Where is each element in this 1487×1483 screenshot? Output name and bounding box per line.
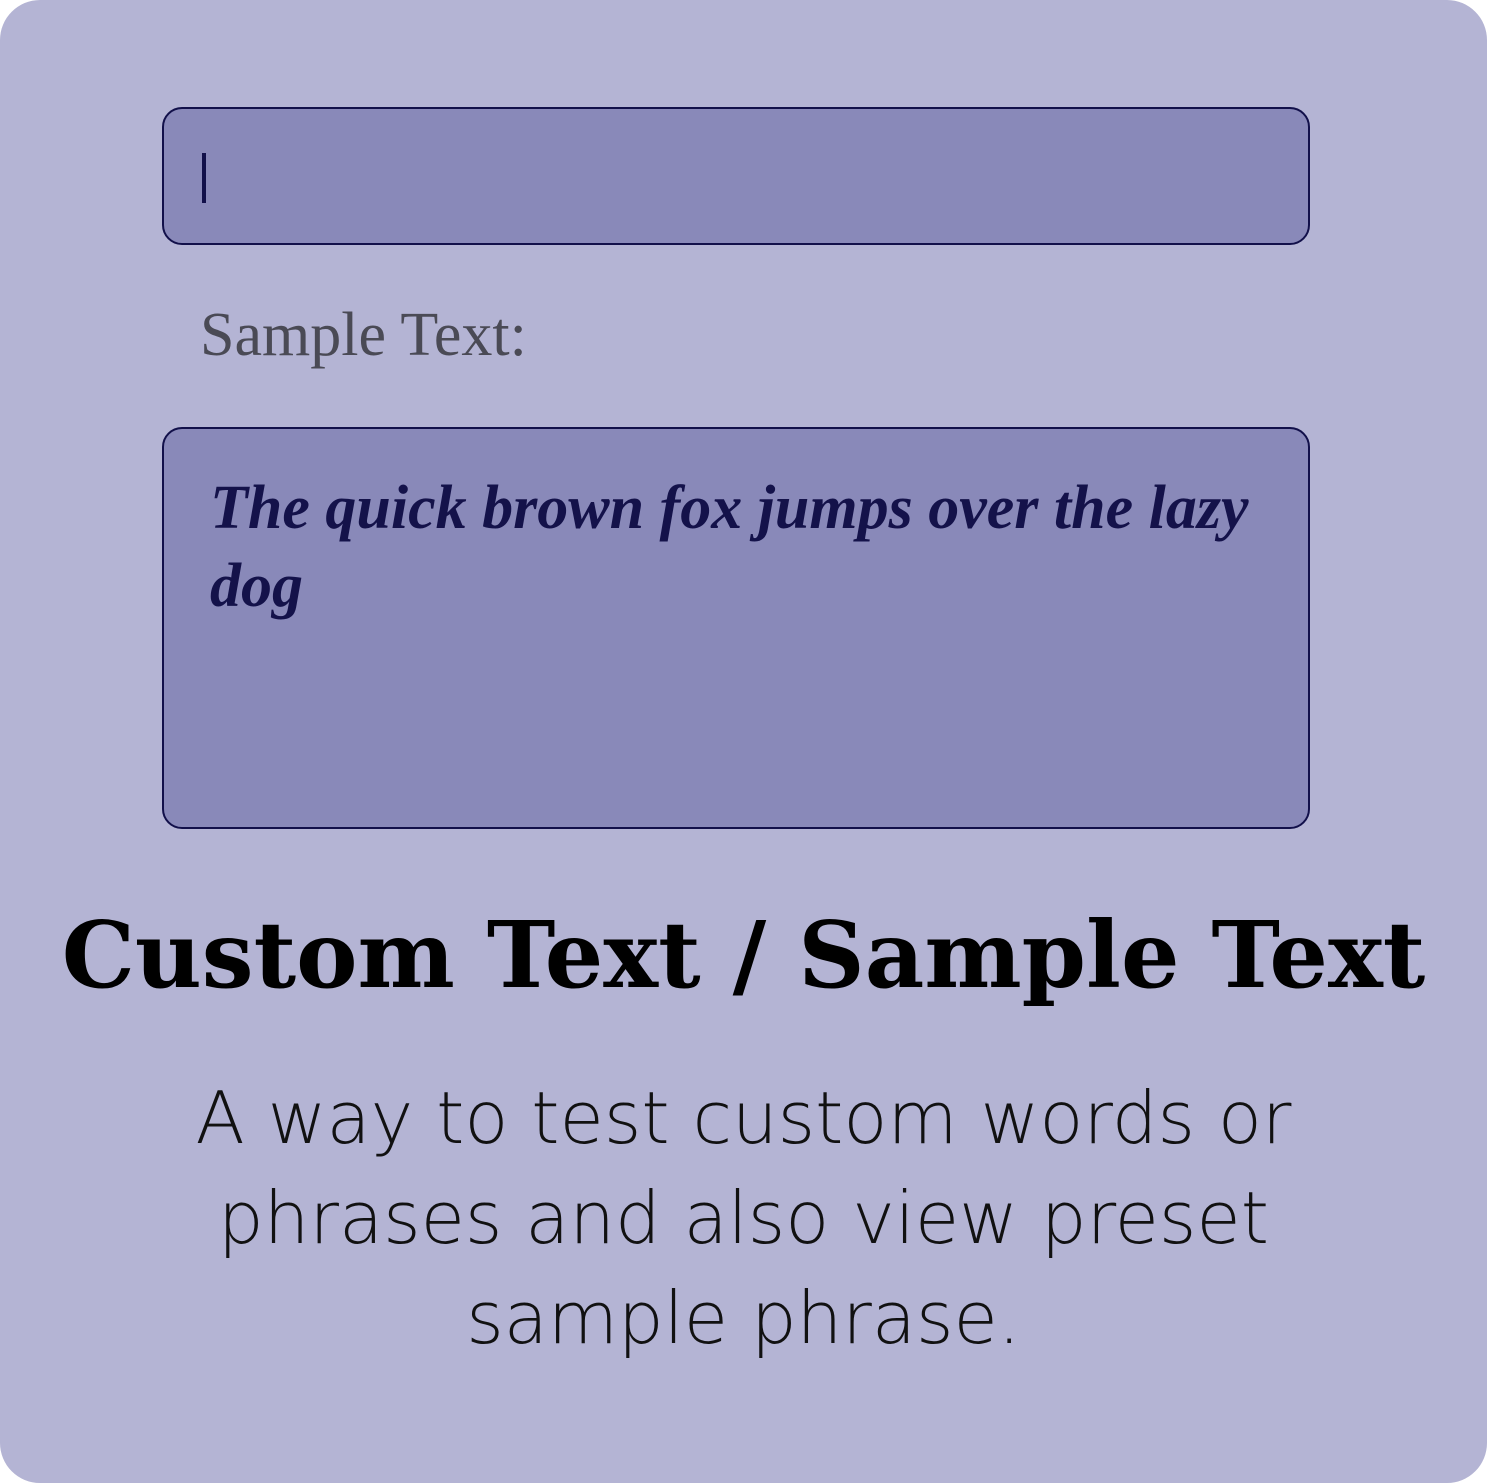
feature-description: A way to test custom words or phrases an… (195, 1076, 1292, 1360)
text-cursor (202, 153, 206, 203)
sample-text-box[interactable]: The quick brown fox jumps over the lazy … (162, 427, 1310, 829)
feature-title: Custom Text / Sample Text (61, 901, 1426, 1009)
sample-text-preview: The quick brown fox jumps over the lazy … (210, 474, 1249, 620)
feature-card: Sample Text: The quick brown fox jumps o… (0, 0, 1487, 1483)
sample-text-label: Sample Text: (200, 301, 527, 369)
custom-text-input[interactable] (162, 107, 1310, 245)
